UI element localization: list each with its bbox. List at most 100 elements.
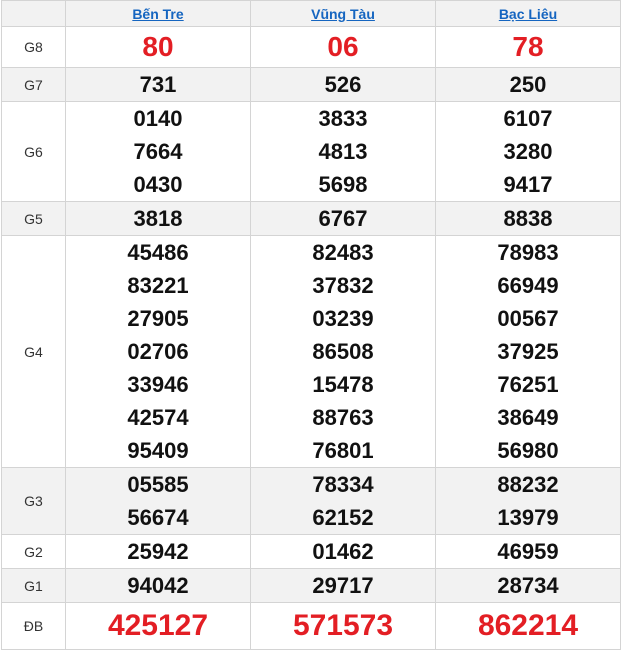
winning-number: 37925 xyxy=(497,339,559,364)
winning-number: 78334 xyxy=(312,472,374,497)
prize-row: G4 45486 83221 27905 02706 33946 42574 95409 824… xyxy=(1,235,621,468)
winning-number: 02706 xyxy=(127,339,189,364)
province-header-bac-lieu: Bạc Liêu xyxy=(435,0,621,27)
winning-number: 82483 xyxy=(312,240,374,265)
winning-number: 13979 xyxy=(497,505,559,530)
result-cell: 80 xyxy=(65,26,251,68)
result-cell: 78334 62152 xyxy=(250,467,436,535)
prize-label: G5 xyxy=(1,201,66,236)
result-cell: 78 xyxy=(435,26,621,68)
winning-number: 25942 xyxy=(127,539,189,564)
winning-number: 3280 xyxy=(503,139,553,164)
result-cell: 88232 13979 xyxy=(435,467,621,535)
result-cell: 526 xyxy=(250,67,436,102)
winning-number: 83221 xyxy=(127,273,189,298)
result-cell: 05585 56674 xyxy=(65,467,251,535)
winning-number: 862214 xyxy=(477,609,579,642)
result-cell: 862214 xyxy=(435,602,621,650)
winning-number: 78983 xyxy=(497,240,559,265)
prize-row: G8 80 06 78 xyxy=(1,26,621,68)
prize-label: ĐB xyxy=(1,602,66,650)
province-link-bac-lieu[interactable]: Bạc Liêu xyxy=(499,6,557,22)
winning-number: 01462 xyxy=(312,539,374,564)
winning-number: 731 xyxy=(139,72,177,97)
winning-number: 88763 xyxy=(312,405,374,430)
prize-row: G3 05585 56674 78334 62152 88232 13979 xyxy=(1,467,621,535)
winning-number: 45486 xyxy=(127,240,189,265)
prize-label: G3 xyxy=(1,467,66,535)
prize-label: G6 xyxy=(1,101,66,202)
winning-number: 0430 xyxy=(133,172,183,197)
prize-label: G4 xyxy=(1,235,66,468)
winning-number: 66949 xyxy=(497,273,559,298)
province-header-vung-tau: Vũng Tàu xyxy=(250,0,436,27)
winning-number: 3833 xyxy=(318,106,368,131)
result-cell: 46959 xyxy=(435,534,621,569)
result-cell: 3818 xyxy=(65,201,251,236)
winning-number: 88232 xyxy=(497,472,559,497)
result-cell: 06 xyxy=(250,26,436,68)
province-header-ben-tre: Bến Tre xyxy=(65,0,251,27)
result-cell: 25942 xyxy=(65,534,251,569)
province-link-vung-tau[interactable]: Vũng Tàu xyxy=(311,6,375,22)
result-cell: 45486 83221 27905 02706 33946 42574 95409 xyxy=(65,235,251,468)
result-cell: 3833 4813 5698 xyxy=(250,101,436,202)
result-cell: 0140 7664 0430 xyxy=(65,101,251,202)
winning-number: 33946 xyxy=(127,372,189,397)
winning-number: 250 xyxy=(509,72,547,97)
prize-row: G1 94042 29717 28734 xyxy=(1,568,621,603)
winning-number: 00567 xyxy=(497,306,559,331)
winning-number: 42574 xyxy=(127,405,189,430)
winning-number: 571573 xyxy=(292,609,394,642)
winning-number: 76251 xyxy=(497,372,559,397)
winning-number: 9417 xyxy=(503,172,553,197)
prize-header-cell xyxy=(1,0,66,27)
winning-number: 56980 xyxy=(497,438,559,463)
winning-number: 6107 xyxy=(503,106,553,131)
winning-number: 94042 xyxy=(127,573,189,598)
results-body: G8 80 06 78 G7 731 526 250 G6 0140 7664 0430 3833 481… xyxy=(1,26,621,650)
result-cell: 6767 xyxy=(250,201,436,236)
prize-row: G6 0140 7664 0430 3833 4813 5698 6107 3280 9417 xyxy=(1,101,621,202)
winning-number: 4813 xyxy=(318,139,368,164)
winning-number: 6767 xyxy=(318,206,368,231)
winning-number: 3818 xyxy=(133,206,183,231)
winning-number: 38649 xyxy=(497,405,559,430)
winning-number: 0140 xyxy=(133,106,183,131)
result-cell: 571573 xyxy=(250,602,436,650)
prize-label: G2 xyxy=(1,534,66,569)
prize-row: G2 25942 01462 46959 xyxy=(1,534,621,569)
result-cell: 731 xyxy=(65,67,251,102)
winning-number: 425127 xyxy=(107,609,209,642)
winning-number: 05585 xyxy=(127,472,189,497)
lottery-results-table: Bến Tre Vũng Tàu Bạc Liêu G8 80 06 78 G7 731 5… xyxy=(1,0,621,650)
result-cell: 6107 3280 9417 xyxy=(435,101,621,202)
header-row: Bến Tre Vũng Tàu Bạc Liêu xyxy=(1,0,621,27)
winning-number: 06 xyxy=(327,31,359,62)
winning-number: 86508 xyxy=(312,339,374,364)
winning-number: 526 xyxy=(324,72,362,97)
result-cell: 82483 37832 03239 86508 15478 88763 76801 xyxy=(250,235,436,468)
result-cell: 29717 xyxy=(250,568,436,603)
result-cell: 250 xyxy=(435,67,621,102)
winning-number: 76801 xyxy=(312,438,374,463)
winning-number: 80 xyxy=(142,31,174,62)
prize-row: G7 731 526 250 xyxy=(1,67,621,102)
winning-number: 03239 xyxy=(312,306,374,331)
result-cell: 94042 xyxy=(65,568,251,603)
winning-number: 95409 xyxy=(127,438,189,463)
winning-number: 8838 xyxy=(503,206,553,231)
winning-number: 56674 xyxy=(127,505,189,530)
province-link-ben-tre[interactable]: Bến Tre xyxy=(132,6,183,22)
winning-number: 7664 xyxy=(133,139,183,164)
winning-number: 46959 xyxy=(497,539,559,564)
prize-row: G5 3818 6767 8838 xyxy=(1,201,621,236)
winning-number: 29717 xyxy=(312,573,374,598)
prize-row: ĐB 425127 571573 862214 xyxy=(1,602,621,650)
winning-number: 15478 xyxy=(312,372,374,397)
result-cell: 28734 xyxy=(435,568,621,603)
prize-label: G8 xyxy=(1,26,66,68)
winning-number: 37832 xyxy=(312,273,374,298)
result-cell: 8838 xyxy=(435,201,621,236)
winning-number: 5698 xyxy=(318,172,368,197)
